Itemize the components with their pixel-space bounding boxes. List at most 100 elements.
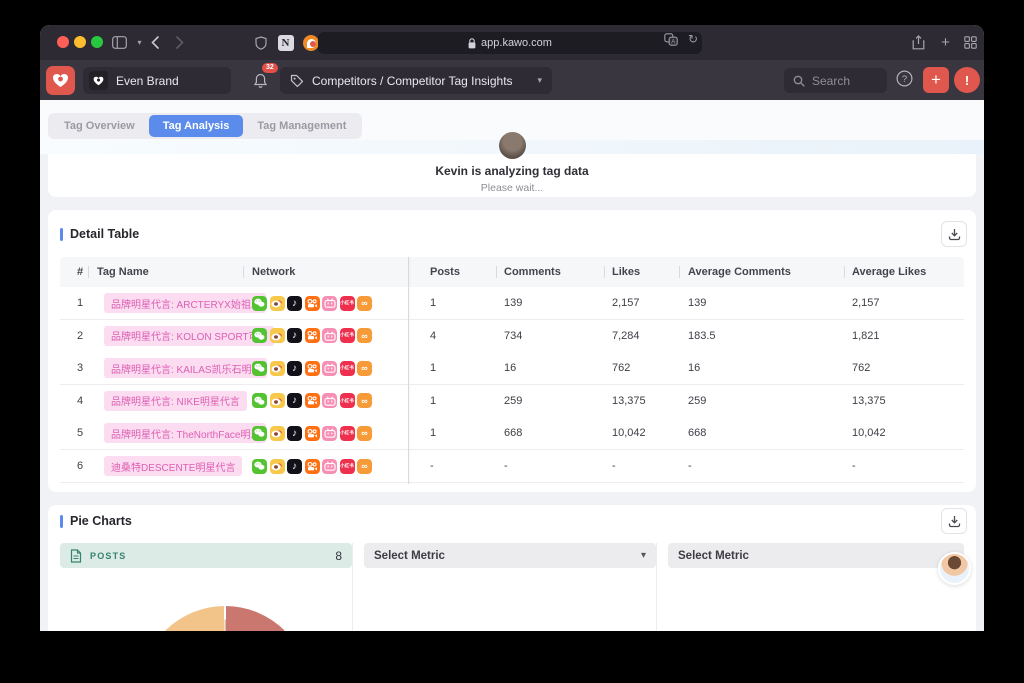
tag-badge[interactable]: 品牌明星代言: TheNorthFace明...	[104, 423, 266, 444]
wechat-icon	[252, 458, 267, 474]
table-row[interactable]: 6 迪桑特DESCENTE明星代言 ♪ 小红书 ∞ - - - - -	[60, 450, 964, 483]
kuaishou-icon	[304, 393, 320, 409]
comments-cell: 734	[504, 329, 523, 342]
translate-icon[interactable]: A	[664, 33, 678, 51]
column-header[interactable]: Network	[252, 257, 295, 287]
tab-tag-analysis[interactable]: Tag Analysis	[148, 115, 244, 137]
tab-tag-management[interactable]: Tag Management	[243, 115, 360, 137]
tag-icon	[290, 74, 304, 87]
table-row[interactable]: 4 品牌明星代言: NIKE明星代言 ♪ 小红书 ∞ 1 259 13,375 259 13,37…	[60, 384, 964, 418]
column-header[interactable]: Tag Name	[97, 257, 149, 287]
weibo-icon	[269, 328, 285, 344]
column-header[interactable]: #	[77, 257, 83, 287]
search-placeholder: Search	[812, 73, 851, 88]
column-header[interactable]: Average Likes	[852, 257, 926, 287]
table-header: # Tag Name Network Posts Comments Likes …	[60, 257, 964, 287]
kawo-logo[interactable]	[46, 66, 75, 95]
brand-name: Even Brand	[116, 73, 179, 88]
document-icon	[70, 548, 82, 563]
download-table-button[interactable]	[941, 221, 967, 247]
lock-icon	[468, 37, 476, 49]
tag-badge[interactable]: 品牌明星代言: KOLON SPORT可...	[104, 325, 274, 346]
tag-name-cell[interactable]: 品牌明星代言: KOLON SPORT可...	[104, 320, 274, 352]
network-icons: ♪ 小红书 ∞	[252, 320, 375, 352]
wechat-icon	[252, 425, 267, 441]
back-icon[interactable]	[145, 33, 164, 52]
tab-groups-icon[interactable]	[961, 33, 980, 52]
zoom-window-button[interactable]	[91, 36, 103, 48]
weibo-icon	[269, 393, 285, 409]
create-post-button[interactable]: +	[923, 67, 949, 93]
notifications-button[interactable]: 32	[246, 63, 278, 94]
section-title: Detail Table	[70, 227, 140, 241]
pie-charts-title-row: Pie Charts	[60, 514, 132, 528]
row-index: 2	[77, 329, 84, 342]
column-header[interactable]: Average Comments	[688, 257, 791, 287]
column-header[interactable]: Posts	[430, 257, 460, 287]
tab-tag-overview[interactable]: Tag Overview	[50, 115, 149, 137]
tag-name-cell[interactable]: 品牌明星代言: KAILAS凯乐石明...	[104, 352, 267, 384]
detail-table-card: Detail Table # Tag Name Network Posts Co…	[48, 210, 976, 492]
breadcrumb: Competitors / Competitor Tag Insights	[312, 73, 513, 88]
tag-name-cell[interactable]: 品牌明星代言: ARCTERYX始祖...	[104, 287, 267, 319]
avg-comments-cell: 668	[688, 427, 707, 440]
xiaohongshu-icon: 小红书	[339, 360, 355, 376]
comments-cell: 16	[504, 362, 517, 375]
likes-cell: 2,157	[612, 297, 640, 309]
metric-selector-posts[interactable]: POSTS 8	[60, 543, 352, 568]
xiaohongshu-icon: 小红书	[339, 393, 355, 409]
search-input[interactable]: Search	[784, 68, 887, 93]
tag-badge[interactable]: 品牌明星代言: KAILAS凯乐石明...	[104, 358, 267, 379]
user-avatar[interactable]: !	[954, 67, 980, 93]
forward-icon[interactable]	[170, 33, 189, 52]
tab-group: Tag Overview Tag Analysis Tag Management	[48, 113, 363, 139]
share-icon[interactable]	[909, 33, 928, 52]
close-window-button[interactable]	[57, 36, 69, 48]
download-charts-button[interactable]	[941, 508, 967, 534]
breadcrumb-selector[interactable]: Competitors / Competitor Tag Insights ▾	[280, 67, 552, 94]
help-button[interactable]: ?	[896, 70, 913, 92]
tag-name-cell[interactable]: 品牌明星代言: NIKE明星代言	[104, 385, 247, 417]
likes-cell: 10,042	[612, 427, 646, 440]
metric-select-dropdown[interactable]: Select Metric ▾	[668, 543, 964, 568]
status-subtitle: Please wait...	[480, 182, 544, 194]
address-bar[interactable]: app.kawo.com	[318, 32, 702, 54]
tag-badge[interactable]: 品牌明星代言: NIKE明星代言	[104, 390, 247, 411]
new-tab-icon[interactable]: +	[936, 33, 955, 52]
tag-name-cell[interactable]: 迪桑特DESCENTE明星代言	[104, 450, 243, 482]
reload-icon[interactable]: ↻	[688, 33, 698, 51]
tag-badge[interactable]: 品牌明星代言: ARCTERYX始祖...	[104, 293, 267, 313]
kuaishou-icon	[304, 328, 320, 344]
table-row[interactable]: 3 品牌明星代言: KAILAS凯乐石明... ♪ 小红书 ∞ 1 16 762 16 762	[60, 352, 964, 386]
brand-selector[interactable]: Even Brand	[83, 67, 231, 94]
select-metric-label: Select Metric	[374, 549, 445, 562]
metric-select-dropdown[interactable]: Select Metric ▾	[364, 543, 656, 568]
notion-extension-icon[interactable]: N	[276, 33, 295, 52]
tag-badge[interactable]: 迪桑特DESCENTE明星代言	[104, 456, 243, 476]
minimize-window-button[interactable]	[74, 36, 86, 48]
avg-likes-cell: 1,821	[852, 329, 880, 342]
metric-label: POSTS	[90, 550, 127, 561]
assistant-avatar[interactable]	[938, 552, 971, 585]
table-row[interactable]: 1 品牌明星代言: ARCTERYX始祖... ♪ 小红书 ∞ 1 139 2,157 139 2…	[60, 287, 964, 320]
table-row[interactable]: 5 品牌明星代言: TheNorthFace明... ♪ 小红书 ∞ 1 668 10,042…	[60, 417, 964, 451]
privacy-shield-icon[interactable]	[251, 33, 270, 52]
posts-cell: 1	[430, 394, 437, 407]
column-header[interactable]: Likes	[612, 257, 640, 287]
avg-likes-cell: 10,042	[852, 427, 886, 440]
tag-name-cell[interactable]: 品牌明星代言: TheNorthFace明...	[104, 417, 266, 449]
bilibili-icon	[322, 425, 337, 441]
browser-toolbar: ▾ N app.kawo.com A ↻ +	[40, 25, 984, 61]
row-index: 3	[77, 362, 84, 375]
posts-pie-chart[interactable]	[140, 606, 310, 631]
bilibili-icon	[322, 458, 337, 474]
kevin-avatar	[499, 132, 526, 159]
table-row[interactable]: 2 品牌明星代言: KOLON SPORT可... ♪ 小红书 ∞ 4 734 7,284 18…	[60, 319, 964, 353]
pie-panel-2: Select Metric ▾	[364, 543, 657, 631]
pie-panel-3: Select Metric ▾	[668, 543, 964, 631]
column-header[interactable]: Comments	[504, 257, 561, 287]
sidebar-icon[interactable]	[110, 33, 129, 52]
row-index: 5	[77, 427, 84, 440]
row-index: 1	[77, 297, 84, 309]
chevron-down-icon: ▾	[640, 550, 646, 561]
